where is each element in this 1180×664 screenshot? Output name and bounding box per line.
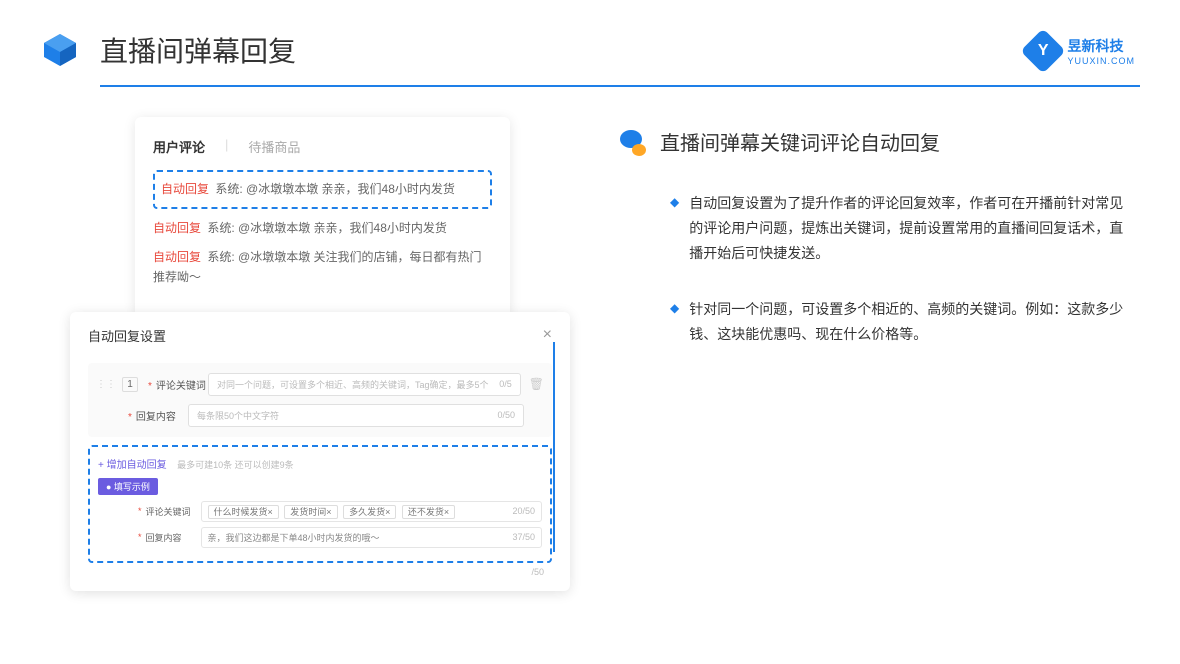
tag-chip[interactable]: 什么时候发货× <box>208 505 279 519</box>
keyword-label: *评论关键词 <box>148 377 208 392</box>
tag-chip[interactable]: 还不发货× <box>402 505 455 519</box>
tab-pending-products[interactable]: 待播商品 <box>248 137 300 156</box>
diamond-icon: ◆ <box>670 195 679 267</box>
form-group-1: ⋮⋮ 1 *评论关键词 对同一个问题，可设置多个相近、高频的关键词，Tag确定，… <box>88 363 552 437</box>
tab-user-comments[interactable]: 用户评论 <box>153 137 205 156</box>
auto-reply-badge: 自动回复 <box>161 182 209 196</box>
bullet-point: ◆ 自动回复设置为了提升作者的评论回复效率，作者可在开播前针对常见的评论用户问题… <box>620 191 1135 267</box>
drag-handle-icon[interactable]: ⋮⋮ <box>96 379 116 390</box>
section-title: 直播间弹幕关键词评论自动回复 <box>660 127 940 156</box>
auto-reply-badge: 自动回复 <box>153 221 201 235</box>
delete-icon[interactable]: 🗑 <box>529 377 544 391</box>
content-label: *回复内容 <box>128 408 188 423</box>
example-keyword-input[interactable]: 什么时候发货× 发货时间× 多久发货× 还不发货× 20/50 <box>201 501 542 522</box>
comment-text: 系统: @冰墩墩本墩 关注我们的店铺，每日都有热门推荐呦～ <box>153 250 482 283</box>
add-reply-link[interactable]: + 增加自动回复 <box>98 456 167 471</box>
highlighted-comment: 自动回复 系统: @冰墩墩本墩 亲亲，我们48小时内发货 <box>153 170 492 209</box>
comment-card: 用户评论 | 待播商品 自动回复 系统: @冰墩墩本墩 亲亲，我们48小时内发货… <box>135 117 510 317</box>
brand-logo: Y 昱新科技 YUUXIN.COM <box>1027 35 1135 67</box>
bullet-point: ◆ 针对同一个问题，可设置多个相近的、高频的关键词。例如：这款多少钱、这块能优惠… <box>620 297 1135 347</box>
tab-divider: | <box>225 137 228 156</box>
example-content-label: 回复内容 <box>146 531 201 544</box>
example-content-input[interactable]: 亲，我们这边都是下单48小时内发货的哦～ 37/50 <box>201 527 542 548</box>
description-panel: 直播间弹幕关键词评论自动回复 ◆ 自动回复设置为了提升作者的评论回复效率，作者可… <box>620 117 1135 591</box>
content-input[interactable]: 每条限50个中文字符 0/50 <box>188 404 524 427</box>
example-section: + 增加自动回复 最多可建10条 还可以创建9条 ● 填写示例 *评论关键词 什… <box>88 445 552 563</box>
diamond-icon: ◆ <box>670 301 679 347</box>
logo-url: YUUXIN.COM <box>1067 56 1135 66</box>
chat-icon <box>620 128 648 156</box>
example-badge: ● 填写示例 <box>98 478 158 495</box>
footer-counter: /50 <box>88 563 552 577</box>
bullet-text: 针对同一个问题，可设置多个相近的、高频的关键词。例如：这款多少钱、这块能优惠吗、… <box>689 297 1135 347</box>
example-keyword-label: 评论关键词 <box>146 505 201 518</box>
logo-name: 昱新科技 <box>1067 36 1135 56</box>
cube-icon <box>40 30 80 70</box>
screenshot-panel: 用户评论 | 待播商品 自动回复 系统: @冰墩墩本墩 亲亲，我们48小时内发货… <box>70 117 570 591</box>
tag-chip[interactable]: 发货时间× <box>284 505 337 519</box>
page-header: 直播间弹幕回复 <box>0 0 1180 85</box>
row-number: 1 <box>122 377 138 392</box>
close-icon[interactable]: × <box>543 326 552 344</box>
page-title: 直播间弹幕回复 <box>100 30 296 70</box>
comment-text: 系统: @冰墩墩本墩 亲亲，我们48小时内发货 <box>207 221 447 235</box>
connector-line <box>553 342 555 552</box>
comment-text: 系统: @冰墩墩本墩 亲亲，我们48小时内发货 <box>215 182 455 196</box>
settings-modal: 自动回复设置 × ⋮⋮ 1 *评论关键词 对同一个问题，可设置多个相近、高频的关… <box>70 312 570 591</box>
add-hint: 最多可建10条 还可以创建9条 <box>177 460 294 470</box>
modal-title: 自动回复设置 <box>88 326 166 345</box>
bullet-text: 自动回复设置为了提升作者的评论回复效率，作者可在开播前针对常见的评论用户问题，提… <box>689 191 1135 267</box>
logo-icon: Y <box>1021 28 1066 73</box>
tag-chip[interactable]: 多久发货× <box>343 505 396 519</box>
keyword-input[interactable]: 对同一个问题，可设置多个相近、高频的关键词，Tag确定，最多5个 0/5 <box>208 373 521 396</box>
auto-reply-badge: 自动回复 <box>153 250 201 264</box>
